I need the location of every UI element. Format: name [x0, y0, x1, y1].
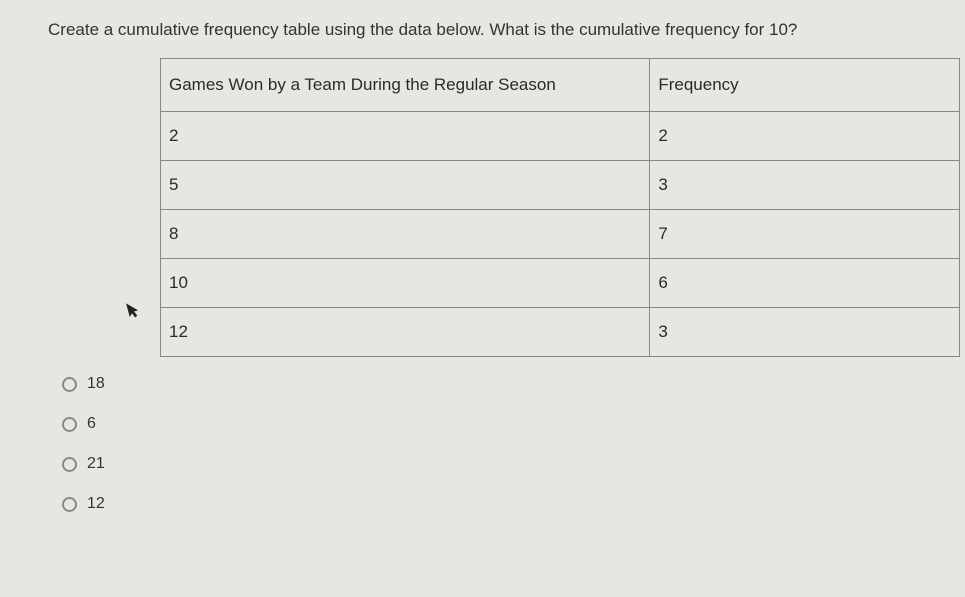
table-row: 10 6 [161, 259, 960, 308]
table-cell-games: 5 [161, 161, 650, 210]
table-cell-frequency: 6 [650, 259, 960, 308]
table-cell-frequency: 7 [650, 210, 960, 259]
cursor-icon [125, 300, 144, 326]
table-row: 12 3 [161, 308, 960, 357]
frequency-table-wrapper: Games Won by a Team During the Regular S… [160, 58, 925, 357]
answer-options: 18 6 21 12 [62, 375, 935, 513]
option-21[interactable]: 21 [62, 455, 935, 473]
table-header-games: Games Won by a Team During the Regular S… [161, 59, 650, 112]
table-header-row: Games Won by a Team During the Regular S… [161, 59, 960, 112]
radio-icon [62, 497, 77, 512]
option-label: 12 [87, 495, 105, 513]
table-row: 8 7 [161, 210, 960, 259]
option-label: 6 [87, 415, 96, 433]
table-header-frequency: Frequency [650, 59, 960, 112]
option-6[interactable]: 6 [62, 415, 935, 433]
table-cell-games: 10 [161, 259, 650, 308]
option-label: 21 [87, 455, 105, 473]
radio-icon [62, 457, 77, 472]
table-cell-games: 2 [161, 112, 650, 161]
table-cell-frequency: 3 [650, 308, 960, 357]
table-cell-games: 12 [161, 308, 650, 357]
table-cell-frequency: 2 [650, 112, 960, 161]
table-cell-frequency: 3 [650, 161, 960, 210]
frequency-table: Games Won by a Team During the Regular S… [160, 58, 960, 357]
radio-icon [62, 377, 77, 392]
table-row: 5 3 [161, 161, 960, 210]
option-label: 18 [87, 375, 105, 393]
table-row: 2 2 [161, 112, 960, 161]
option-18[interactable]: 18 [62, 375, 935, 393]
table-cell-games: 8 [161, 210, 650, 259]
option-12[interactable]: 12 [62, 495, 935, 513]
question-text: Create a cumulative frequency table usin… [48, 20, 935, 40]
radio-icon [62, 417, 77, 432]
